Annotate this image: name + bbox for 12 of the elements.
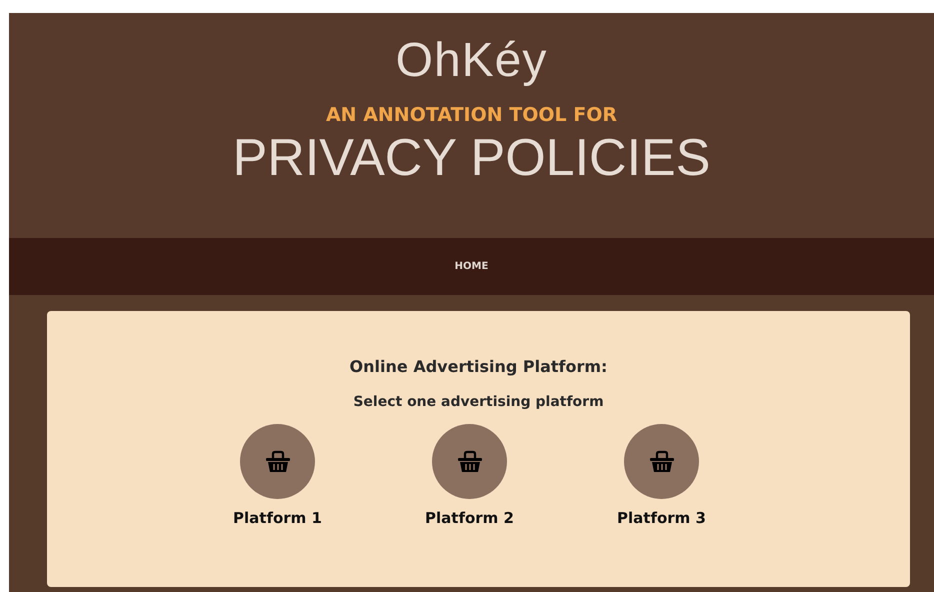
section-heading: Online Advertising Platform: xyxy=(350,357,608,376)
basket-icon xyxy=(648,450,674,474)
basket-icon xyxy=(264,450,290,474)
basket-icon xyxy=(456,450,482,474)
tagline: AN ANNOTATION TOOL FOR xyxy=(326,104,618,126)
platform-label: Platform 3 xyxy=(617,509,706,527)
instruction-text: Select one advertising platform xyxy=(353,394,604,410)
site-logo: OhKéy xyxy=(396,33,548,88)
platform-label: Platform 1 xyxy=(233,509,322,527)
platform-label: Platform 2 xyxy=(425,509,514,527)
site-title: PRIVACY POLICIES xyxy=(232,128,710,188)
nav-link[interactable]: HOME xyxy=(454,261,488,272)
